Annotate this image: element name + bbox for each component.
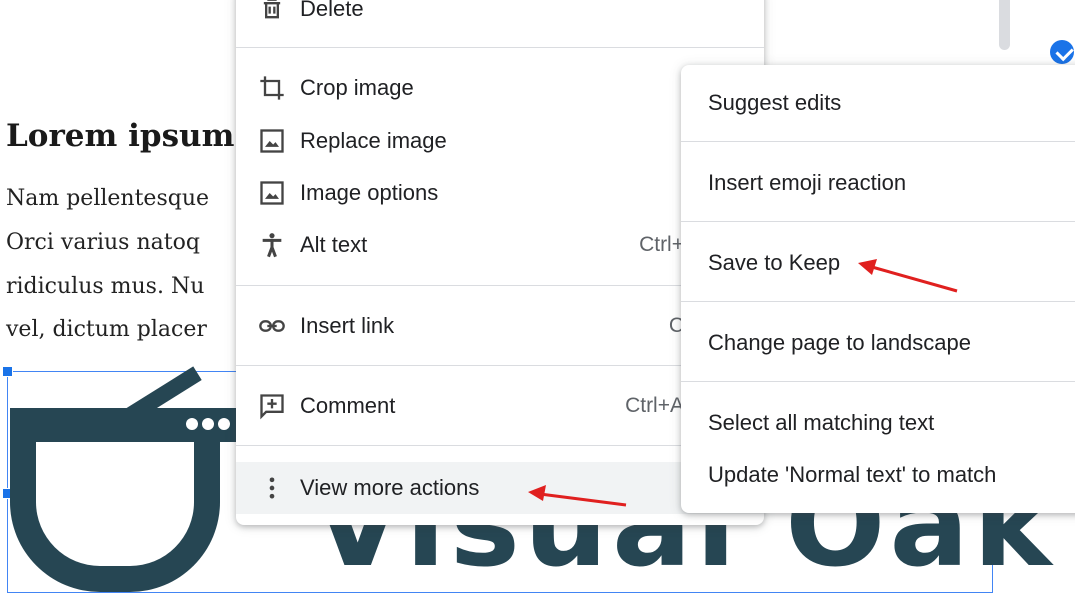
menu-divider (681, 221, 1075, 222)
menu-item-label: View more actions (300, 475, 480, 500)
menu-item-label: Alt text (300, 232, 368, 257)
submenu-item-insert-emoji-reaction[interactable]: Insert emoji reaction (681, 160, 1075, 206)
submenu-item-save-to-keep[interactable]: Save to Keep (681, 240, 1075, 286)
image-icon (260, 129, 284, 153)
document-paragraph-line: ridiculus mus. Nu (6, 274, 205, 299)
image-icon (260, 181, 284, 205)
menu-item-delete[interactable]: Delete (236, 0, 764, 32)
submenu-item-label: Suggest edits (708, 90, 842, 115)
menu-divider (236, 47, 764, 48)
more-actions-submenu: Suggest edits Insert emoji reaction Save… (681, 65, 1075, 513)
logo-dot (218, 418, 230, 430)
submenu-item-label: Change page to landscape (708, 330, 971, 355)
submenu-item-select-all-matching-text[interactable]: Select all matching text (681, 400, 1075, 446)
menu-divider (681, 141, 1075, 142)
document-paragraph-line: Orci varius natoq (6, 230, 200, 255)
submenu-item-label: Insert emoji reaction (708, 170, 907, 195)
resize-handle-top-left[interactable] (2, 366, 13, 377)
submenu-item-suggest-edits[interactable]: Suggest edits (681, 80, 1075, 126)
submenu-item-change-page-to-landscape[interactable]: Change page to landscape (681, 320, 1075, 366)
menu-item-label: Comment (300, 393, 396, 418)
document-paragraph-line: vel, dictum placer (6, 317, 207, 342)
menu-item-label: Image options (300, 180, 439, 205)
accessibility-icon (262, 233, 282, 258)
logo-dot (202, 418, 214, 430)
menu-item-shortcut: Ctrl+ (639, 233, 684, 256)
crop-icon (260, 76, 284, 100)
trash-icon (263, 0, 281, 19)
more-vert-icon (269, 477, 275, 499)
menu-divider (681, 381, 1075, 382)
document-heading: Lorem ipsum (6, 118, 235, 154)
submenu-item-label: Select all matching text (708, 410, 935, 435)
add-comment-icon (260, 394, 284, 420)
logo-pot-icon (10, 442, 220, 592)
link-icon (259, 320, 285, 332)
submenu-item-label: Update 'Normal text' to match (708, 462, 997, 487)
vertical-scrollbar[interactable] (999, 0, 1010, 50)
menu-item-shortcut: Ctrl+A (625, 394, 684, 417)
document-paragraph-line: Nam pellentesque (6, 186, 210, 211)
menu-item-label: Crop image (300, 75, 414, 100)
submenu-item-label: Save to Keep (708, 250, 841, 275)
menu-item-label: Delete (300, 0, 364, 21)
menu-item-label: Replace image (300, 128, 447, 153)
logo-dot (186, 418, 198, 430)
submenu-item-update-normal-text[interactable]: Update 'Normal text' to match (681, 452, 1075, 498)
menu-divider (681, 301, 1075, 302)
menu-item-label: Insert link (300, 313, 395, 338)
check-circle-icon[interactable] (1050, 40, 1074, 64)
